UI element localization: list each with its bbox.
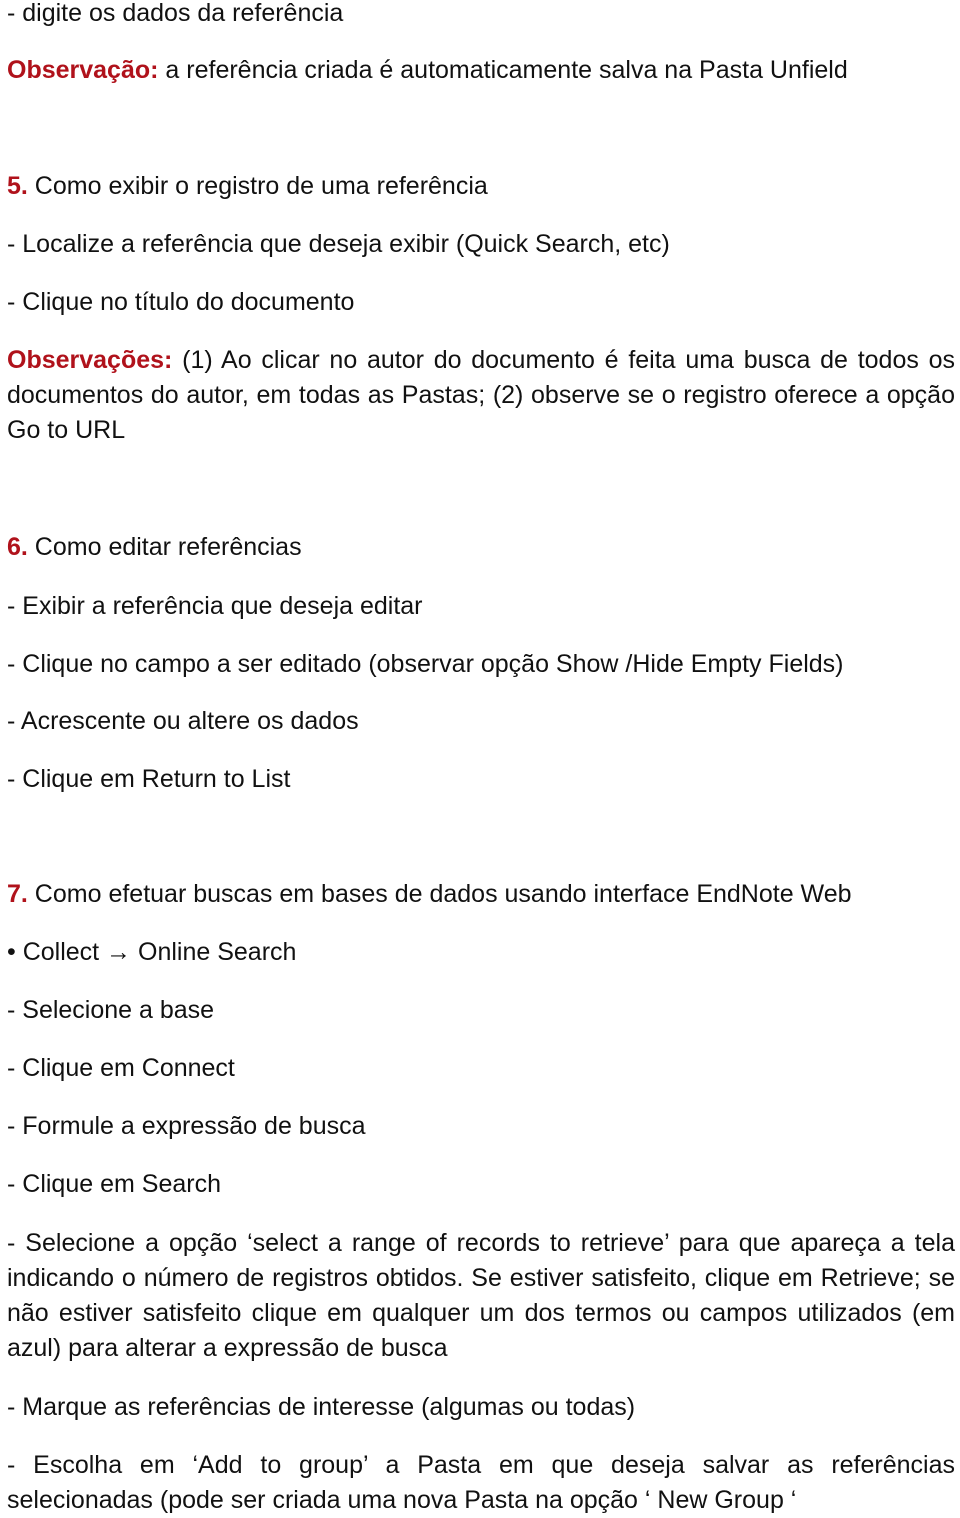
section-7-paragraph: - Marque as referências de interesse (al… (7, 1393, 636, 1421)
section-7-step: - Formule a expressão de busca (7, 1112, 366, 1140)
section-5-observations: Observações: (1) Ao clicar no autor do d… (7, 343, 955, 448)
intro-line: - digite os dados da referência (7, 0, 344, 27)
section-5-heading: 5. Como exibir o registro de uma referên… (7, 169, 955, 204)
section-number: 7. (7, 880, 28, 908)
observation-label: Observação: (7, 56, 159, 84)
section-title: Como exibir o registro de uma referência (27, 172, 488, 200)
section-6-step: - Acrescente ou altere os dados (7, 707, 359, 735)
section-title: Como editar referências (27, 533, 302, 561)
section-number: 5. (7, 172, 28, 200)
observation-text: a referência criada é automaticamente sa… (158, 56, 848, 84)
section-number: 6. (7, 533, 28, 561)
section-7-paragraph: - Escolha em ‘Add to group’ a Pasta em q… (7, 1451, 955, 1514)
section-6-heading: 6. Como editar referências (7, 530, 955, 565)
section-7-paragraph: - Selecione a opção ‘select a range of r… (7, 1229, 955, 1362)
section-7-step: - Clique em Connect (7, 1054, 235, 1082)
section-7-step: - Selecione a base (7, 996, 215, 1024)
section-7-bullet: • Collect → Online Search (7, 938, 297, 966)
section-5-step: - Clique no título do documento (7, 288, 355, 316)
intro-observation: Observação: a referência criada é automa… (7, 53, 955, 88)
section-6-step: - Clique em Return to List (7, 765, 291, 793)
section-6-step: - Exibir a referência que deseja editar (7, 592, 423, 620)
section-7-heading: 7. Como efetuar buscas em bases de dados… (7, 877, 955, 912)
observations-label: Observações: (7, 346, 173, 374)
section-6-step: - Clique no campo a ser editado (observa… (7, 650, 844, 678)
section-7-step: - Clique em Search (7, 1170, 221, 1198)
section-title: Como efetuar buscas em bases de dados us… (27, 880, 852, 908)
section-5-step: - Localize a referência que deseja exibi… (7, 230, 670, 258)
